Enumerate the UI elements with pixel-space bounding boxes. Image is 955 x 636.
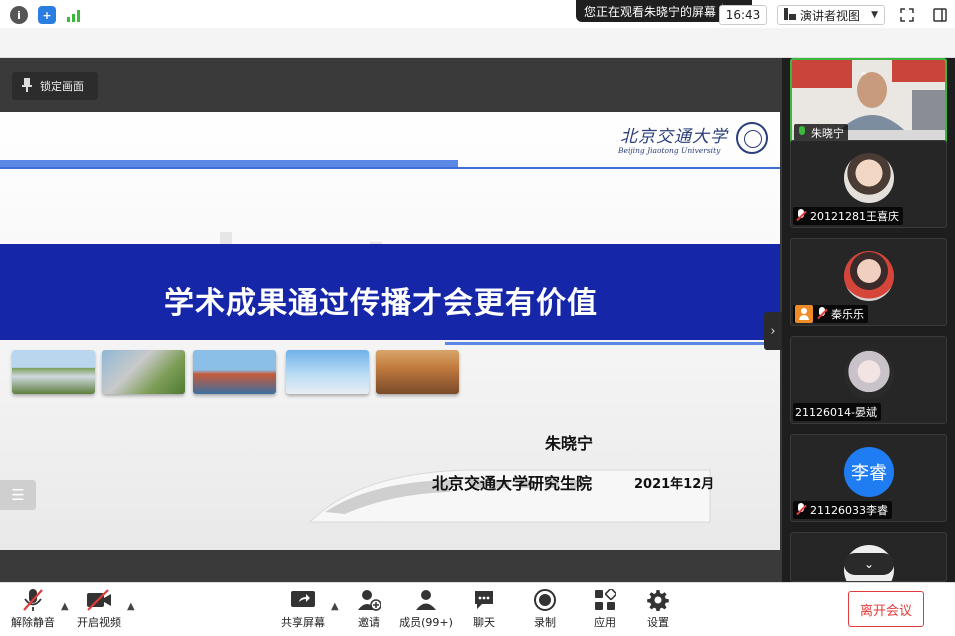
speaker-video	[792, 60, 945, 130]
slide-date: 2021年12月	[634, 477, 715, 492]
unmute-button[interactable]: 解除静音	[8, 588, 58, 634]
university-logo: 北京交通大学 Beijing Jiaotong University	[618, 118, 774, 158]
info-icon[interactable]: i	[10, 6, 28, 24]
pin-icon	[22, 77, 32, 95]
photo-warehouse	[376, 350, 459, 394]
gear-icon	[645, 588, 671, 612]
participant-tile[interactable]: 秦乐乐	[790, 238, 947, 326]
participant-name: 21126033李睿	[810, 504, 888, 517]
chevron-up-icon[interactable]: ▲	[127, 601, 135, 612]
unmute-label: 解除静音	[11, 616, 55, 629]
university-seal	[736, 122, 768, 154]
members-label: 成员(99+)	[399, 616, 453, 629]
host-icon	[795, 305, 813, 323]
view-mode-select[interactable]: 演讲者视图 ▼	[777, 5, 885, 25]
avatar: 李睿	[844, 447, 894, 497]
participant-nametag: 秦乐乐	[793, 305, 868, 323]
mic-muted-icon	[795, 209, 807, 223]
chat-button[interactable]: 聊天	[464, 588, 504, 634]
list-icon[interactable]: ☰	[0, 480, 36, 510]
lock-view-button[interactable]: 锁定画面	[12, 72, 98, 100]
shield-icon[interactable]: +	[38, 6, 56, 24]
record-button[interactable]: 录制	[525, 588, 565, 634]
start-video-label: 开启视频	[77, 616, 121, 629]
invite-button[interactable]: 邀请	[349, 588, 389, 634]
mic-on-icon	[796, 126, 808, 140]
participant-name: 秦乐乐	[831, 308, 864, 321]
signal-icon[interactable]	[66, 7, 84, 23]
participant-name: 21126014-晏斌	[795, 406, 877, 419]
participant-name: 20121281王喜庆	[810, 210, 899, 223]
participant-tile[interactable]: 20121281王喜庆	[790, 140, 947, 228]
mic-muted-icon	[816, 307, 828, 321]
mic-muted-icon	[795, 503, 807, 517]
title-underline	[445, 342, 780, 345]
fullscreen-icon[interactable]	[898, 6, 916, 24]
lock-view-label: 锁定画面	[40, 80, 84, 93]
members-button[interactable]: 成员(99+)	[396, 588, 456, 634]
avatar	[844, 349, 894, 399]
view-mode-label: 演讲者视图	[800, 8, 861, 23]
record-label: 录制	[534, 616, 556, 629]
meeting-clock: 16:43	[719, 5, 767, 25]
participant-nametag: 21126014-晏斌	[793, 403, 881, 421]
view-mode-icon	[784, 7, 796, 23]
participant-nametag: 21126033李睿	[793, 501, 892, 519]
leave-meeting-button[interactable]: 离开会议	[848, 591, 924, 627]
avatar	[844, 251, 894, 301]
slide-affiliation: 北京交通大学研究生院	[432, 474, 593, 493]
share-screen-icon	[290, 588, 316, 612]
settings-label: 设置	[647, 616, 669, 629]
invite-label: 邀请	[358, 616, 380, 629]
photo-highspeed-rail	[12, 350, 95, 394]
record-icon	[532, 588, 558, 612]
slide-title: 学术成果通过传播才会更有价值	[164, 286, 598, 321]
slide-accent-bar	[0, 160, 458, 167]
participant-tile[interactable]: 21126014-晏斌	[790, 336, 947, 424]
chevron-down-icon: ▼	[871, 10, 878, 20]
mic-muted-icon	[20, 588, 46, 612]
add-user-icon	[356, 588, 382, 612]
photo-port	[193, 350, 276, 394]
slide-accent-line	[0, 167, 780, 169]
chevron-up-icon[interactable]: ⌃	[859, 70, 868, 83]
share-screen-button[interactable]: 共享屏幕	[278, 588, 328, 634]
chevron-up-icon[interactable]: ▲	[61, 601, 69, 612]
meeting-info-bar	[0, 28, 955, 58]
viewing-text: 您正在观看朱晓宁的屏幕	[584, 4, 717, 19]
participant-tile[interactable]: ⌃ 朱晓宁	[790, 58, 947, 146]
chevron-right-icon[interactable]: ›	[764, 312, 782, 350]
start-video-button[interactable]: 开启视频	[74, 588, 124, 634]
chat-label: 聊天	[473, 616, 495, 629]
apps-button[interactable]: 应用	[585, 588, 625, 634]
photo-highway	[102, 350, 185, 394]
logo-cn: 北京交通大学	[620, 127, 728, 147]
participant-tile[interactable]: 李睿 21126033李睿	[790, 434, 947, 522]
settings-button[interactable]: 设置	[638, 588, 678, 634]
share-screen-label: 共享屏幕	[281, 616, 325, 629]
apps-icon	[592, 588, 618, 612]
slide-author: 朱晓宁	[545, 434, 594, 453]
chevron-down-icon[interactable]: ⌄	[844, 553, 894, 575]
photo-airplane	[286, 350, 369, 394]
sidebar-toggle-icon[interactable]	[931, 6, 949, 24]
camera-off-icon	[86, 588, 112, 612]
chat-icon	[471, 588, 497, 612]
participant-name: 朱晓宁	[811, 127, 844, 140]
logo-en: Beijing Jiaotong University	[618, 146, 721, 155]
presentation-slide: 北京交通大学 Beijing Jiaotong University 学术成果通…	[0, 112, 780, 550]
participant-nametag: 20121281王喜庆	[793, 207, 903, 225]
avatar	[844, 153, 894, 203]
chevron-up-icon[interactable]: ▲	[331, 601, 339, 612]
train-illustration	[308, 469, 711, 523]
apps-label: 应用	[594, 616, 616, 629]
users-icon	[413, 588, 439, 612]
